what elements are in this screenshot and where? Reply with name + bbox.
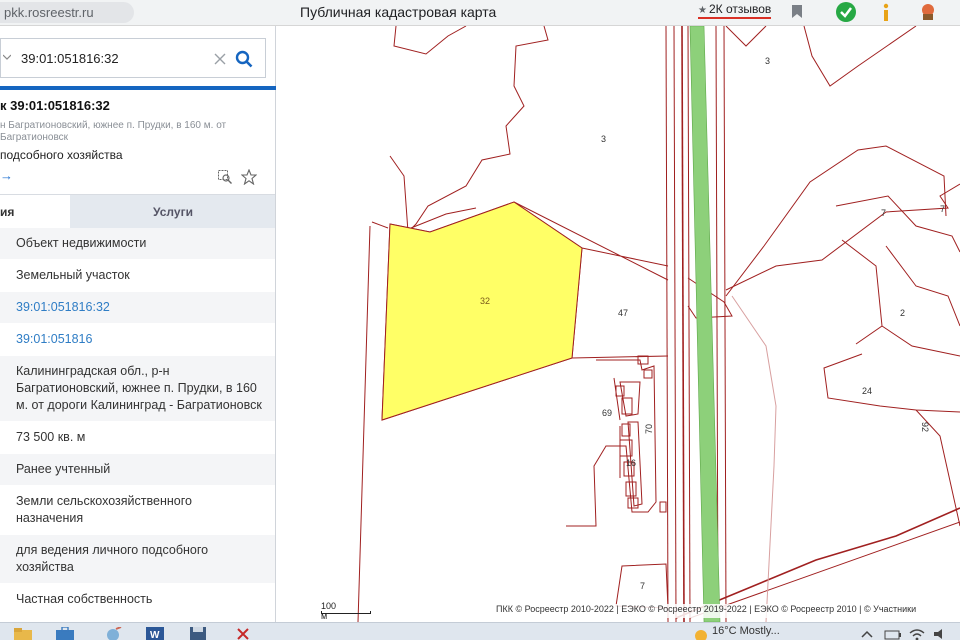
volume-icon[interactable] xyxy=(932,627,950,640)
parcel-label: 7 xyxy=(881,208,886,218)
battery-icon[interactable] xyxy=(884,627,902,640)
page-title: Публичная кадастровая карта xyxy=(300,4,497,20)
briefcase-icon[interactable] xyxy=(56,627,74,640)
road-strip xyxy=(689,26,721,622)
map-canvas[interactable]: 3 3 7 7 32 47 2 24 69 70 16 92 7 xyxy=(276,26,960,622)
object-use: подсобного хозяйства xyxy=(0,148,123,162)
chevron-down-icon[interactable] xyxy=(3,53,11,61)
extension-icon[interactable] xyxy=(918,2,938,22)
tab-services-label: Услуги xyxy=(153,205,193,219)
reviews-label: 2К отзывов xyxy=(708,2,772,16)
close-icon[interactable] xyxy=(214,53,226,65)
bookmark-icon[interactable] xyxy=(792,5,802,18)
search-icon[interactable] xyxy=(235,50,253,68)
attribute-row: 73 500 кв. м xyxy=(0,422,275,454)
object-address: н Багратионовский, южнее п. Прудки, в 16… xyxy=(0,120,227,143)
attribute-row: для ведения личного подсобного хозяйства xyxy=(0,535,275,584)
app-window: pkk.rosreestr.ru Публичная кадастровая к… xyxy=(0,0,960,640)
tab-bar: ия Услуги xyxy=(0,194,275,229)
paint-icon[interactable] xyxy=(104,627,122,640)
reviews-link[interactable]: ★ 2К отзывов xyxy=(698,2,772,19)
attribute-row: Объект недвижимости xyxy=(0,228,275,260)
folder-icon[interactable] xyxy=(14,627,32,640)
attribute-row: Калининградская обл., р-н Багратионовски… xyxy=(0,356,275,422)
search-field[interactable]: 39:01:051816:32 xyxy=(0,38,266,78)
parcel-label: 7 xyxy=(940,204,945,214)
attribute-row: Земли сельскохозяйственного назначения xyxy=(0,486,275,535)
tab-services[interactable]: Услуги xyxy=(70,195,275,229)
weather-icon xyxy=(695,630,707,640)
zoom-to-object-icon[interactable] xyxy=(218,170,232,184)
map-copyright: ПКК © Росреестр 2010-2022 | ЕЭКО © Росре… xyxy=(494,604,960,618)
svg-text:W: W xyxy=(150,630,160,640)
save-icon[interactable] xyxy=(190,627,208,640)
info-icon[interactable] xyxy=(878,2,894,22)
parcel-label: 24 xyxy=(862,386,872,396)
check-icon[interactable] xyxy=(836,2,856,22)
address-bar[interactable]: pkk.rosreestr.ru xyxy=(0,2,134,23)
attribute-row[interactable]: 39:01:051816 xyxy=(0,324,275,356)
header-accent-bar xyxy=(0,86,290,90)
parcel-label: 70 xyxy=(644,424,654,434)
chevron-up-icon[interactable] xyxy=(858,627,876,640)
star-icon: ★ xyxy=(698,5,707,16)
parcel-label: 7 xyxy=(640,581,645,591)
attribute-row: Частная собственность xyxy=(0,584,275,616)
browser-toolbar: pkk.rosreestr.ru Публичная кадастровая к… xyxy=(0,0,960,26)
attribute-row: Ранее учтенный xyxy=(0,454,275,486)
selected-parcel[interactable] xyxy=(381,201,583,421)
parcel-label: 92 xyxy=(920,422,930,432)
cadastral-map[interactable]: 3 3 7 7 32 47 2 24 69 70 16 92 7 100 м П… xyxy=(276,26,960,622)
attribute-row[interactable]: 39:01:051816:32 xyxy=(0,292,275,324)
weather-status: 16°C Mostly... xyxy=(712,625,780,637)
parcel-label: 3 xyxy=(765,56,770,66)
close-icon[interactable] xyxy=(234,627,252,640)
parcel-label: 69 xyxy=(602,408,612,418)
object-title: к 39:01:051816:32 xyxy=(0,98,110,113)
attribute-row: Земельный участок xyxy=(0,260,275,292)
word-icon[interactable]: W xyxy=(146,627,164,640)
details-arrow-link[interactable]: → xyxy=(0,168,13,183)
scale-bar xyxy=(321,611,371,614)
parcel-label: 47 xyxy=(618,308,628,318)
star-icon[interactable] xyxy=(241,169,257,185)
search-input[interactable]: 39:01:051816:32 xyxy=(21,51,119,66)
tab-information[interactable]: ия xyxy=(0,195,70,229)
url-text: pkk.rosreestr.ru xyxy=(4,5,94,20)
attribute-list: Объект недвижимости Земельный участок 39:0… xyxy=(0,228,275,616)
parcel-label: 16 xyxy=(626,458,636,468)
parcel-label: 32 xyxy=(480,296,490,306)
info-sidebar: 39:01:051816:32 к 39:01:051816:32 н Багр… xyxy=(0,26,276,630)
parcel-label: 3 xyxy=(601,134,606,144)
tab-information-label: ия xyxy=(0,205,15,219)
wifi-icon[interactable] xyxy=(908,627,926,640)
parcel-label: 2 xyxy=(900,308,905,318)
os-taskbar: W 16°C Mostly... xyxy=(0,622,960,640)
